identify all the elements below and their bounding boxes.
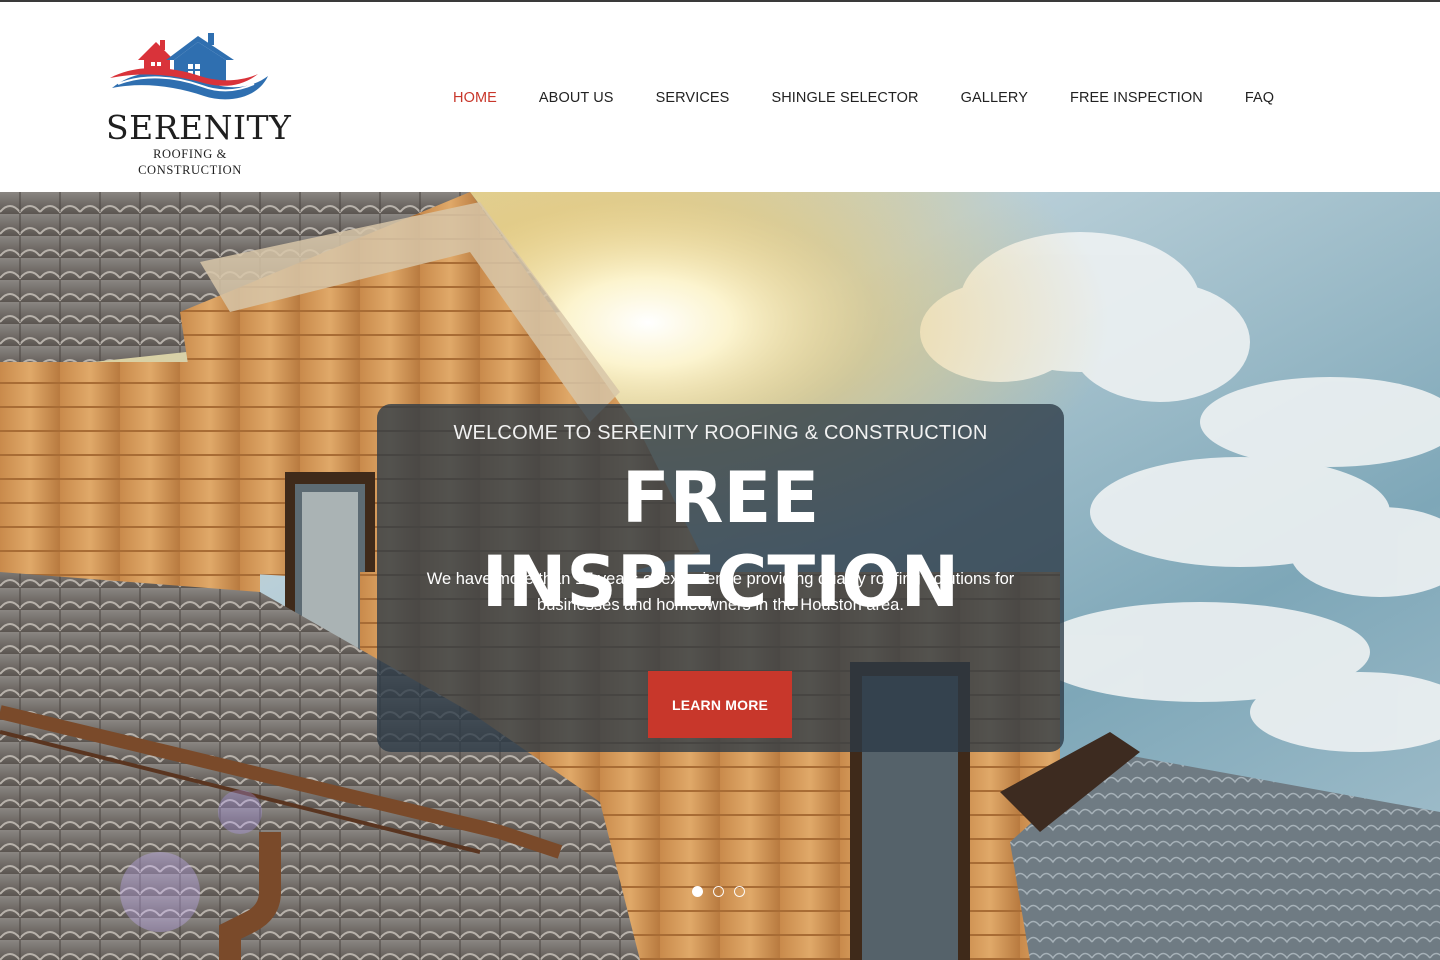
slider-pagination [692,886,755,898]
nav-item-about-us[interactable]: ABOUT US [518,90,635,106]
slide-dot-2[interactable] [713,886,724,897]
nav-item-services[interactable]: SERVICES [635,90,751,106]
hero-description: We have more than 17 years of experience… [426,570,1015,614]
slide-dot-3[interactable] [734,886,745,897]
slide-dot-1[interactable] [692,886,703,897]
hero-eyebrow: WELCOME TO SERENITY ROOFING & CONSTRUCTI… [453,422,988,444]
nav-item-faq[interactable]: FAQ [1224,90,1295,106]
houses-wave-logo-icon [110,33,268,100]
nav-item-home[interactable]: HOME [432,90,518,106]
nav-item-gallery[interactable]: GALLERY [940,90,1049,106]
brand-tagline: ROOFING & CONSTRUCTION [138,147,242,177]
brand-name: SERENITY [106,108,292,147]
logo[interactable]: SERENITY ROOFING & CONSTRUCTION [106,30,292,177]
nav-item-free-inspection[interactable]: FREE INSPECTION [1049,90,1224,106]
site-header: SERENITY ROOFING & CONSTRUCTION HOME ABO… [0,2,1440,192]
hero-caption-box: WELCOME TO SERENITY ROOFING & CONSTRUCTI… [377,404,1064,752]
learn-more-button[interactable]: LEARN MORE [648,671,792,738]
main-nav: HOME ABOUT US SERVICES SHINGLE SELECTOR … [432,84,1295,112]
hero-slider: WELCOME TO SERENITY ROOFING & CONSTRUCTI… [0,192,1440,960]
nav-item-shingle-selector[interactable]: SHINGLE SELECTOR [750,90,939,106]
